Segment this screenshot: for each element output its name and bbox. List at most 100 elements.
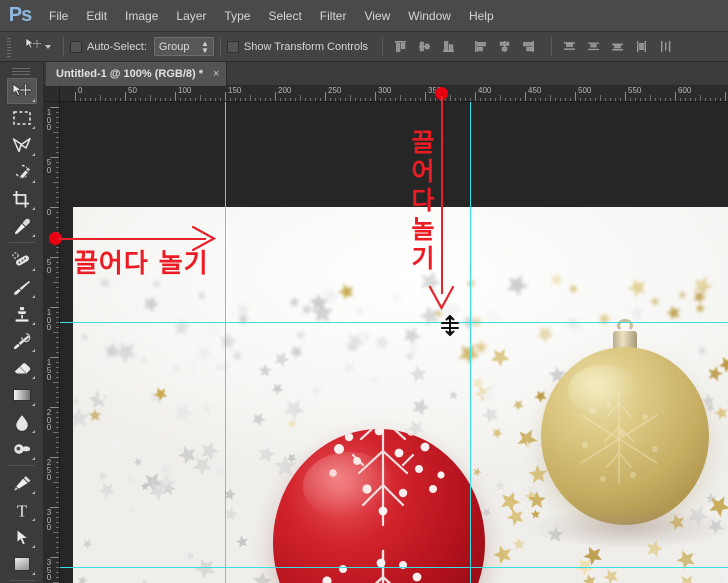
menu-window[interactable]: Window <box>399 0 460 32</box>
ruler-tick <box>50 457 59 458</box>
ruler-tick-minor <box>56 322 59 323</box>
align-vertical-centers-button[interactable] <box>413 36 435 58</box>
ruler-tick-minor <box>180 98 181 101</box>
menu-image[interactable]: Image <box>116 0 167 32</box>
tool-preset-chevron-down-icon[interactable] <box>45 44 51 49</box>
tool-crop-tool[interactable] <box>7 186 37 212</box>
menu-type[interactable]: Type <box>215 0 259 32</box>
guide-horizontal-360[interactable] <box>60 567 728 568</box>
ruler-tick-minor <box>56 452 59 453</box>
guide-vertical-395[interactable] <box>470 102 471 583</box>
menu-layer[interactable]: Layer <box>167 0 215 32</box>
silver-star-confetti <box>98 481 117 500</box>
tool-dodge-tool[interactable] <box>7 436 37 462</box>
silver-star-confetti <box>177 445 198 466</box>
close-icon[interactable]: × <box>213 68 219 80</box>
gold-star-confetti <box>548 272 565 288</box>
align-top-edges-button[interactable] <box>389 36 411 58</box>
document-tab[interactable]: Untitled-1 @ 100% (RGB/8) * × <box>46 62 228 86</box>
ruler-tick-minor <box>605 98 606 101</box>
ruler-label: 50 <box>46 258 52 275</box>
canvas-work-area[interactable] <box>60 102 728 583</box>
tool-eraser-tool[interactable] <box>7 355 37 381</box>
ruler-origin-corner[interactable] <box>44 86 60 102</box>
ruler-tick-minor <box>56 412 59 413</box>
tool-flyout-indicator-icon <box>31 376 35 379</box>
ruler-tick-minor <box>56 337 59 338</box>
auto-select-target-dropdown[interactable]: Group ▲ ▼ <box>153 37 214 56</box>
menu-file[interactable]: File <box>40 0 77 32</box>
ruler-tick-minor <box>230 98 231 101</box>
crop-icon <box>11 190 33 209</box>
show-transform-controls-checkbox[interactable] <box>226 40 239 53</box>
gold-star-confetti <box>692 289 707 305</box>
ruler-tick-minor <box>495 98 496 101</box>
align-bottom-edges-button[interactable] <box>437 36 459 58</box>
silver-star-confetti <box>281 397 306 422</box>
tool-lasso-tool[interactable] <box>7 132 37 158</box>
options-separator-3 <box>382 36 384 57</box>
tools-panel-grip[interactable] <box>0 66 43 78</box>
ruler-tick <box>50 407 59 408</box>
tool-rectangular-marquee-tool[interactable] <box>7 105 37 131</box>
distribute-horizontal-centers-button[interactable] <box>654 36 676 58</box>
ruler-tick-minor <box>430 98 431 101</box>
distribute-left-edges-button[interactable] <box>630 36 652 58</box>
tool-path-selection-tool[interactable] <box>7 524 37 550</box>
menu-edit[interactable]: Edit <box>77 0 116 32</box>
menu-view[interactable]: View <box>355 0 399 32</box>
ruler-tick-minor <box>53 432 59 433</box>
tool-divider-2 <box>8 465 35 466</box>
tool-move-tool[interactable] <box>6 78 37 104</box>
tool-horizontal-type-tool[interactable]: T <box>7 497 37 523</box>
silver-star-confetti <box>409 365 429 385</box>
document-tab-bar: Untitled-1 @ 100% (RGB/8) * × <box>44 62 728 86</box>
ruler-tick-minor <box>670 98 671 101</box>
ruler-tick-minor <box>80 98 81 101</box>
vertical-drag-label-char-4: 놀 <box>411 215 435 244</box>
auto-select-checkbox[interactable] <box>70 40 82 53</box>
ruler-tick-minor <box>505 98 506 101</box>
gradient-icon <box>11 386 33 404</box>
tool-quick-selection-tool[interactable] <box>7 159 37 185</box>
ruler-tick-minor <box>56 227 59 228</box>
tool-history-brush-tool[interactable] <box>7 328 37 354</box>
align-horizontal-centers-button[interactable] <box>493 36 515 58</box>
options-bar-grip[interactable] <box>5 35 15 58</box>
align-left-edges-button[interactable] <box>469 36 491 58</box>
tool-flyout-indicator-icon <box>31 234 35 237</box>
align-right-edges-button[interactable] <box>517 36 539 58</box>
options-separator-2 <box>219 36 221 57</box>
ruler-tick-minor <box>415 98 416 101</box>
distribute-top-edges-button[interactable] <box>558 36 580 58</box>
menu-help[interactable]: Help <box>460 0 503 32</box>
active-tool-preview[interactable] <box>19 35 57 59</box>
horizontal-ruler[interactable]: 050100150200250300350400450500550600650 <box>60 86 728 102</box>
tool-clone-stamp-tool[interactable] <box>7 301 37 327</box>
gold-star-confetti <box>714 405 728 421</box>
tool-eyedropper-tool[interactable] <box>7 213 37 239</box>
ruler-label: 200 <box>278 86 292 95</box>
ruler-tick-minor <box>56 122 59 123</box>
menu-select[interactable]: Select <box>259 0 310 32</box>
tool-rectangle-tool[interactable] <box>7 551 37 577</box>
vertical-ruler[interactable]: 100 50 0 50 100 150 200 250 300 350 <box>44 102 60 583</box>
ruler-tick <box>50 357 59 358</box>
tool-gradient-tool[interactable] <box>7 382 37 408</box>
distribute-bottom-edges-button[interactable] <box>606 36 628 58</box>
guide-horizontal-115[interactable] <box>60 322 728 323</box>
tool-brush-tool[interactable] <box>7 274 37 300</box>
silver-star-confetti <box>294 329 308 342</box>
ruler-tick-minor <box>370 98 371 101</box>
tool-spot-healing-brush-tool[interactable] <box>7 247 37 273</box>
ruler-tick-minor <box>185 98 186 101</box>
ruler-tick-minor <box>56 502 59 503</box>
ruler-tick-minor <box>245 98 246 101</box>
tool-pen-tool[interactable] <box>7 470 37 496</box>
guide-vertical-150[interactable] <box>225 102 226 583</box>
menu-filter[interactable]: Filter <box>311 0 356 32</box>
ruler-tick-minor <box>56 177 59 178</box>
ruler-tick-minor <box>650 95 651 101</box>
tool-blur-tool[interactable] <box>7 409 37 435</box>
distribute-vertical-centers-button[interactable] <box>582 36 604 58</box>
